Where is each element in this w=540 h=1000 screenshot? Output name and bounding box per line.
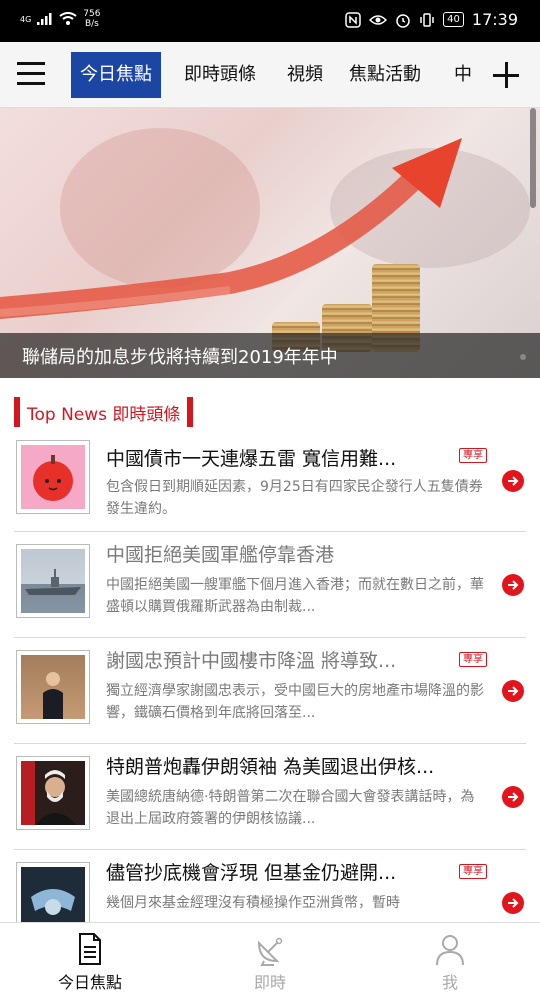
bottom-nav-me[interactable]: 我: [380, 923, 520, 1000]
app-screen: 4G 756 B/s 40 17:39 今日焦點 即時頭條 視頻 焦點活動 中 …: [0, 0, 540, 1000]
news-title: 中國債市一天連爆五雷 寬信用難...: [106, 448, 397, 470]
red-apple-icon: [21, 445, 85, 509]
network-speed: 756 B/s: [83, 9, 101, 29]
carousel-indicator: [520, 354, 526, 360]
hero-banner[interactable]: 聯儲局的加息步伐將持續到2019年年中: [0, 108, 540, 378]
add-tab-icon[interactable]: [492, 60, 522, 90]
battery-icon: 40: [443, 12, 464, 27]
arrow-right-icon[interactable]: [502, 786, 524, 808]
exclusive-badge: 專享: [459, 864, 487, 879]
hero-caption: 聯儲局的加息步伐將持續到2019年年中: [22, 347, 338, 368]
nfc-icon: [345, 11, 361, 28]
wifi-icon: [59, 12, 77, 25]
news-description: 美國總統唐納德·特朗普第二次在聯合國大會發表講話時，為退出上屆政府簽署的伊朗核協…: [106, 789, 475, 827]
top-nav-bar: 今日焦點 即時頭條 視頻 焦點活動 中: [0, 42, 540, 108]
news-thumbnail: [16, 756, 90, 830]
news-item[interactable]: 中國債市一天連爆五雷 寬信用難... 專享 包含假日到期順延因素，9月25日有四…: [0, 426, 540, 532]
tab-breaking-headlines[interactable]: 即時頭條: [184, 52, 256, 98]
bottom-nav-label: 我: [441, 973, 458, 992]
vibrate-icon: [420, 12, 434, 27]
exclusive-badge: 專享: [459, 448, 487, 463]
warship-photo: [21, 549, 85, 613]
news-item[interactable]: 中國拒絕美國軍艦停靠香港 中國拒絕美國一艘軍艦下個月進入香港；而就在數日之前，華…: [0, 532, 540, 638]
hero-caption-bar: 聯儲局的加息步伐將持續到2019年年中: [0, 333, 540, 378]
bottom-nav-breaking[interactable]: 即時: [200, 923, 340, 1000]
user-icon: [436, 935, 464, 966]
news-description: 獨立經濟學家謝國忠表示，受中國巨大的房地產市場降溫的影響，鐵礦石價格到年底將回落…: [106, 683, 484, 721]
scrollbar[interactable]: [530, 108, 536, 208]
eye-icon: [369, 14, 388, 25]
satellite-icon: [257, 937, 283, 966]
arrow-right-icon[interactable]: [502, 574, 524, 596]
news-title: 謝國忠預計中國樓市降溫 將導致...: [106, 650, 397, 672]
tab-today-focus[interactable]: 今日焦點: [71, 52, 161, 98]
news-thumbnail: [16, 440, 90, 514]
news-title: 中國拒絕美國軍艦停靠香港: [106, 544, 335, 566]
news-description: 包含假日到期順延因素，9月25日有四家民企發行人五隻債券發生違約。: [106, 479, 483, 517]
news-description: 中國拒絕美國一艘軍艦下個月進入香港；而就在數日之前，華盛頓以購買俄羅斯武器為由制…: [106, 577, 484, 615]
portrait-photo: [21, 761, 85, 825]
tab-focus-events[interactable]: 焦點活動: [349, 52, 421, 98]
hamburger-menu-icon[interactable]: [17, 62, 47, 86]
tab-china[interactable]: 中: [454, 52, 472, 98]
section-marker: [187, 397, 194, 427]
status-left: 4G 756 B/s: [20, 9, 100, 29]
alarm-icon: [396, 13, 410, 28]
bottom-nav-label: 今日焦點: [57, 973, 122, 992]
section-title: Top News 即時頭條: [27, 404, 181, 425]
bottom-nav-today-focus[interactable]: 今日焦點: [20, 923, 160, 1000]
status-right: 40 17:39: [345, 10, 518, 29]
news-title: 特朗普炮轟伊朗領袖 為美國退出伊核...: [106, 756, 435, 778]
news-thumbnail: [16, 544, 90, 618]
clock: 17:39: [471, 10, 518, 29]
arrow-right-icon[interactable]: [502, 892, 524, 914]
document-icon: [79, 933, 101, 965]
bottom-nav: 今日焦點 即時 我: [0, 922, 540, 1000]
news-item[interactable]: 特朗普炮轟伊朗領袖 為美國退出伊核... 美國總統唐納德·特朗普第二次在聯合國大…: [0, 744, 540, 850]
section-header: Top News 即時頭條: [14, 396, 194, 428]
signal-icon: [37, 13, 52, 25]
arrow-right-icon[interactable]: [502, 680, 524, 702]
news-item[interactable]: 謝國忠預計中國樓市降溫 將導致... 專享 獨立經濟學家謝國忠表示，受中國巨大的…: [0, 638, 540, 744]
news-thumbnail: [16, 650, 90, 724]
bottom-nav-label: 即時: [253, 973, 286, 992]
news-title: 儘管抄底機會浮現 但基金仍避開...: [106, 862, 397, 884]
network-type: 4G: [20, 14, 32, 24]
tab-video[interactable]: 視頻: [287, 52, 323, 98]
arrow-right-icon[interactable]: [502, 470, 524, 492]
status-bar: 4G 756 B/s 40 17:39: [0, 0, 540, 42]
speaker-photo: [21, 655, 85, 719]
exclusive-badge: 專享: [459, 652, 487, 667]
